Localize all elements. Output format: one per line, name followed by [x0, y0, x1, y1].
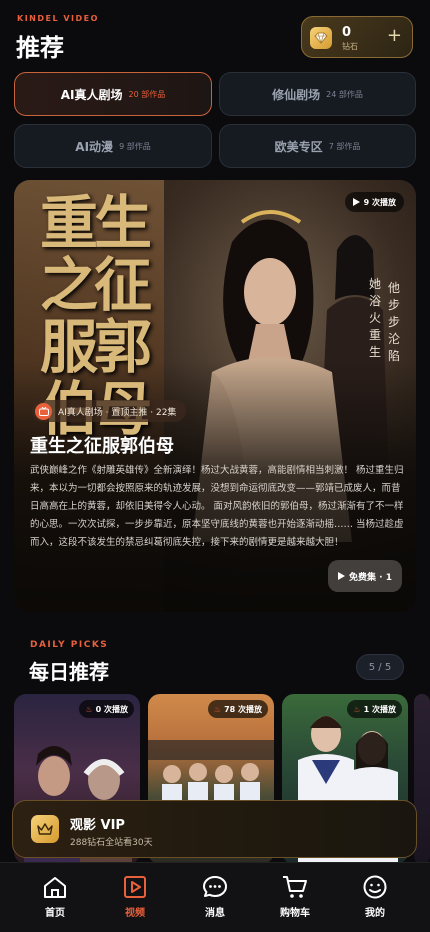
tab-label: 视频: [125, 908, 145, 919]
free-episode-button[interactable]: 免费集 · 1: [328, 560, 402, 592]
featured-tag-text: AI真人剧场 · 置顶主推 · 22集: [58, 407, 177, 418]
views-badge: ♨ 1 次播放: [347, 700, 402, 718]
video-icon: [124, 876, 146, 898]
tab-label: 购物车: [280, 908, 310, 919]
views-count: 9 次播放: [363, 197, 396, 207]
message-icon: [203, 876, 227, 897]
views-count: 1 次播放: [363, 704, 396, 714]
category-western[interactable]: 欧美专区 7 部作品: [219, 124, 416, 168]
featured-card[interactable]: 重生之征服郭伯母 她浴火重生 他步步沦陷 9 次播放 AI真人剧场 · 置顶主推…: [14, 180, 416, 612]
category-ai-anime[interactable]: AI动漫 9 部作品: [14, 124, 212, 168]
poster-tagline: 他步步沦陷: [388, 281, 401, 363]
cart-icon: [283, 876, 307, 898]
views-count: 0 次播放: [95, 704, 128, 714]
home-icon: [44, 877, 66, 898]
vip-banner[interactable]: 观影 VIP 288钻石全站看30天: [12, 800, 417, 858]
category-name: AI真人剧场: [60, 87, 123, 102]
tab-profile[interactable]: 我的: [340, 875, 410, 919]
featured-tag: AI真人剧场 · 置顶主推 · 22集: [32, 400, 187, 422]
tv-icon: [35, 402, 52, 420]
fire-icon: ♨: [213, 704, 222, 714]
diamond-icon: [310, 27, 332, 49]
add-diamond-button[interactable]: +: [387, 25, 402, 46]
section-label: DAILY PICKS: [30, 640, 109, 650]
tab-video[interactable]: 视频: [100, 875, 170, 919]
poster-tagline: 她浴火重生: [369, 277, 382, 359]
featured-description: 武侠巅峰之作《射雕英雄传》全新演绎！杨过大战黄蓉，高能剧情相当刺激！ 杨过重生归…: [30, 465, 404, 548]
tab-label: 消息: [205, 908, 225, 919]
tab-messages[interactable]: 消息: [180, 875, 250, 919]
category-count: 20 部作品: [128, 89, 166, 99]
crown-icon: [31, 815, 59, 843]
tab-label: 我的: [365, 908, 385, 919]
tab-cart[interactable]: 购物车: [260, 875, 330, 919]
category-name: 欧美专区: [274, 139, 323, 154]
category-name: 修仙剧场: [272, 87, 321, 102]
fire-icon: ♨: [85, 704, 93, 714]
views-badge: ♨ 78 次播放: [207, 700, 268, 718]
featured-title: 重生之征服郭伯母: [30, 436, 174, 457]
views-count: 78 次播放: [224, 704, 262, 714]
views-badge: ♨ 0 次播放: [79, 700, 134, 718]
play-icon: [352, 198, 360, 206]
brand-label: KINDEL VIDEO: [17, 14, 99, 23]
category-count: 7 部作品: [328, 141, 361, 151]
bottom-tab-bar: 首页 视频 消息 购物车 我的: [0, 862, 430, 932]
views-badge: 9 次播放: [344, 192, 404, 212]
page-title: 推荐: [16, 34, 64, 62]
section-title: 每日推荐: [29, 660, 109, 684]
category-xiuxian[interactable]: 修仙剧场 24 部作品: [219, 72, 416, 116]
tab-home[interactable]: 首页: [20, 875, 90, 919]
category-count: 9 部作品: [119, 141, 151, 151]
diamond-count: 0: [342, 25, 352, 40]
header: KINDEL VIDEO 推荐 0 钻石 +: [0, 0, 430, 70]
profile-icon: [363, 875, 387, 899]
category-ai-live[interactable]: AI真人剧场 20 部作品: [14, 72, 212, 116]
diamond-wallet[interactable]: 0 钻石 +: [301, 16, 413, 58]
vip-title: 观影 VIP: [70, 818, 125, 833]
category-name: AI动漫: [75, 139, 114, 154]
play-icon: [338, 572, 346, 580]
fire-icon: ♨: [353, 704, 361, 714]
vip-subtitle: 288钻石全站看30天: [70, 838, 153, 848]
tab-label: 首页: [45, 908, 65, 919]
diamond-label: 钻石: [342, 42, 358, 51]
free-episode-label: 免费集 · 1: [349, 572, 392, 583]
pager[interactable]: 5 / 5: [356, 654, 404, 680]
category-count: 24 部作品: [326, 89, 363, 99]
